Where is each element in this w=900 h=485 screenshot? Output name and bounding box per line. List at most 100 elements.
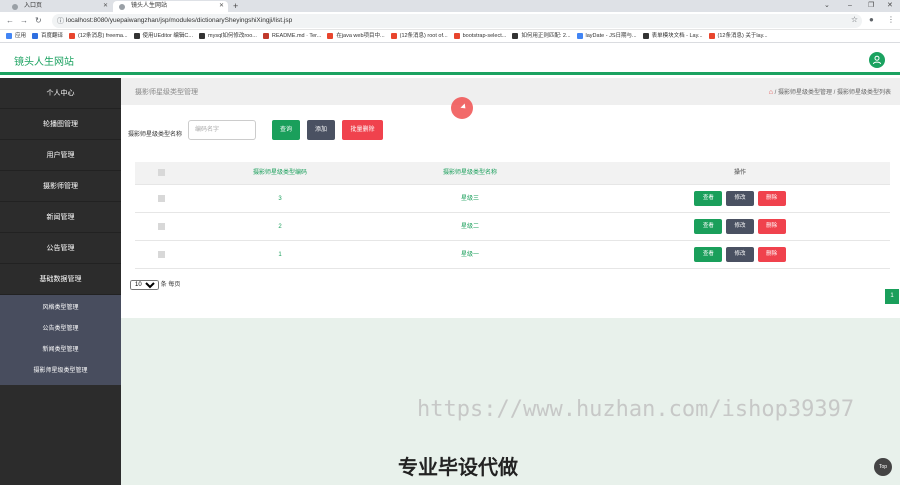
bookmark-item[interactable]: layDate - JS日期与...	[576, 30, 637, 42]
browser-tab[interactable]: 入口页 ✕	[6, 1, 112, 12]
edit-button[interactable]: 修改	[726, 246, 754, 262]
breadcrumb: ⌂ / 摄影师星级类型管理 / 摄影师星级类型列表	[769, 87, 891, 96]
search-input[interactable]	[188, 120, 256, 140]
back-to-top-button[interactable]: Top	[874, 458, 892, 476]
bookmark-icon	[327, 33, 334, 39]
new-tab-icon[interactable]: +	[233, 0, 238, 12]
site-title[interactable]: 镜头人生网站	[14, 53, 74, 68]
bookmark-icon	[576, 33, 583, 39]
delete-button[interactable]: 删除	[757, 190, 786, 206]
bookmark-label: bootstrap-select...	[462, 33, 507, 39]
bookmark-item[interactable]: 使用UEditor 编辑C...	[133, 30, 193, 42]
reload-icon[interactable]: ↻	[35, 15, 42, 27]
view-button[interactable]: 查看	[694, 246, 723, 262]
globe-icon	[119, 4, 125, 10]
bookmark-item[interactable]: (12条消息) root of...	[390, 30, 448, 42]
home-icon[interactable]: ⌂	[769, 89, 773, 96]
bookmark-label: 如何用正则匹配: 2...	[521, 33, 571, 39]
bookmark-item[interactable]: 如何用正则匹配: 2...	[512, 30, 571, 42]
bookmark-label: (12条消息) freema...	[78, 33, 128, 39]
cell-code: 3	[278, 196, 282, 202]
page-icon	[12, 4, 18, 10]
bulk-delete-button[interactable]: 批量删除	[342, 120, 383, 140]
sidebar-subitem-announcement-types[interactable]: 公告类型管理	[0, 319, 121, 340]
sidebar-subitem-style-types[interactable]: 风格类型管理	[0, 298, 121, 319]
bookmark-item[interactable]: bootstrap-select...	[453, 30, 507, 42]
page-number-button[interactable]: 1	[885, 289, 899, 304]
delete-button[interactable]: 删除	[757, 218, 786, 234]
cell-name: 星级二	[460, 224, 479, 230]
close-icon[interactable]: ✕	[219, 1, 224, 12]
info-icon[interactable]: ⓘ	[57, 16, 64, 26]
view-button[interactable]: 查看	[694, 218, 723, 234]
minimize-icon[interactable]: –	[848, 0, 852, 11]
bookmark-label: (12条消息) root of...	[399, 33, 448, 39]
bookmark-item[interactable]: 百度翻译	[32, 30, 64, 42]
page-size-select[interactable]: 10	[130, 280, 159, 290]
view-button[interactable]: 查看	[694, 190, 723, 206]
sidebar: 个人中心 轮播图管理 用户管理 摄影师管理 新闻管理 公告管理 基础数据管理 风…	[0, 78, 121, 485]
bookmark-icon	[262, 33, 269, 39]
profile-icon[interactable]: ●	[869, 15, 874, 24]
bookmark-label: 百度翻译	[41, 33, 64, 39]
row-actions: 查看 修改 删除	[655, 241, 825, 269]
bookmark-item[interactable]: (12条消息) freema...	[69, 30, 128, 42]
bookmark-item[interactable]: 应用	[6, 30, 26, 42]
bookmark-item[interactable]: 表单模块文档 - Lay...	[642, 30, 703, 42]
tab-label: 镜头人生网站	[131, 3, 168, 9]
sidebar-item-news[interactable]: 新闻管理	[0, 202, 121, 233]
chevron-down-icon[interactable]: ⌄	[824, 0, 830, 11]
browser-tab-active[interactable]: 镜头人生网站 ✕	[113, 1, 228, 12]
maximize-icon[interactable]: ❐	[868, 0, 874, 11]
bookmark-icon	[708, 33, 715, 39]
sidebar-subitem-star-types[interactable]: 摄影师星级类型管理	[0, 361, 121, 382]
watermark-text: https://www.huzhan.com/ishop39397	[417, 397, 855, 422]
select-all-checkbox[interactable]	[155, 162, 167, 185]
add-button[interactable]: 添加	[307, 120, 335, 140]
edit-button[interactable]: 修改	[726, 190, 754, 206]
table-row: 3 星级三 查看 修改 删除	[135, 185, 890, 213]
search-label: 摄影师星级类型名称	[128, 132, 183, 138]
table-row: 1 星级一 查看 修改 删除	[135, 241, 890, 269]
url-text: localhost:8080/yuepaiwangzhan/jsp/module…	[66, 17, 293, 24]
sidebar-item-base-data[interactable]: 基础数据管理	[0, 264, 121, 295]
bookmark-item[interactable]: (12条消息) 关于lay...	[708, 30, 768, 42]
bookmark-label: 在java web项目中...	[336, 33, 385, 39]
sidebar-item-personal-center[interactable]: 个人中心	[0, 78, 121, 109]
table-header: 摄影师星级类型编码 摄影师星级类型名称 操作	[135, 162, 890, 185]
edit-button[interactable]: 修改	[726, 218, 754, 234]
star-icon[interactable]: ☆	[851, 15, 858, 24]
row-checkbox[interactable]	[155, 241, 167, 269]
bookmark-item[interactable]: 在java web项目中...	[327, 30, 385, 42]
window-close-icon[interactable]: ✕	[887, 0, 893, 11]
bookmark-icon	[198, 33, 205, 39]
promo-text: 专业毕设代做	[398, 457, 518, 479]
bookmark-icon	[69, 33, 76, 39]
row-checkbox[interactable]	[155, 213, 167, 241]
bookmark-item[interactable]: mysql如何修改roo...	[198, 30, 257, 42]
sidebar-subitem-news-types[interactable]: 新闻类型管理	[0, 340, 121, 361]
page-size-control: 10 条 每页	[130, 279, 180, 290]
header-code: 摄影师星级类型编码	[252, 170, 307, 176]
sidebar-item-users[interactable]: 用户管理	[0, 140, 121, 171]
row-checkbox[interactable]	[155, 185, 167, 213]
page-title: 摄影师星级类型管理	[135, 89, 198, 96]
bookmark-label: README.md · Ter...	[271, 33, 322, 39]
tab-label: 入口页	[24, 3, 43, 9]
close-icon[interactable]: ✕	[103, 1, 108, 12]
bookmarks-bar: 应用 百度翻译 (12条消息) freema... 使用UEditor 编辑C... m…	[0, 30, 900, 43]
sidebar-item-photographers[interactable]: 摄影师管理	[0, 171, 121, 202]
sidebar-item-carousel[interactable]: 轮播图管理	[0, 109, 121, 140]
row-actions: 查看 修改 删除	[655, 213, 825, 241]
delete-button[interactable]: 删除	[757, 246, 786, 262]
sidebar-item-announcements[interactable]: 公告管理	[0, 233, 121, 264]
search-button[interactable]: 查询	[272, 120, 300, 140]
back-icon[interactable]: ←	[6, 15, 14, 27]
menu-icon[interactable]: ⋮	[887, 15, 895, 24]
user-icon[interactable]	[869, 52, 885, 68]
forward-icon[interactable]: →	[20, 15, 28, 27]
bookmark-item[interactable]: README.md · Ter...	[262, 30, 322, 42]
bookmark-label: mysql如何修改roo...	[207, 33, 257, 39]
table-row: 2 星级二 查看 修改 删除	[135, 213, 890, 241]
url-field[interactable]: ⓘ localhost:8080/yuepaiwangzhan/jsp/modu…	[52, 14, 862, 28]
